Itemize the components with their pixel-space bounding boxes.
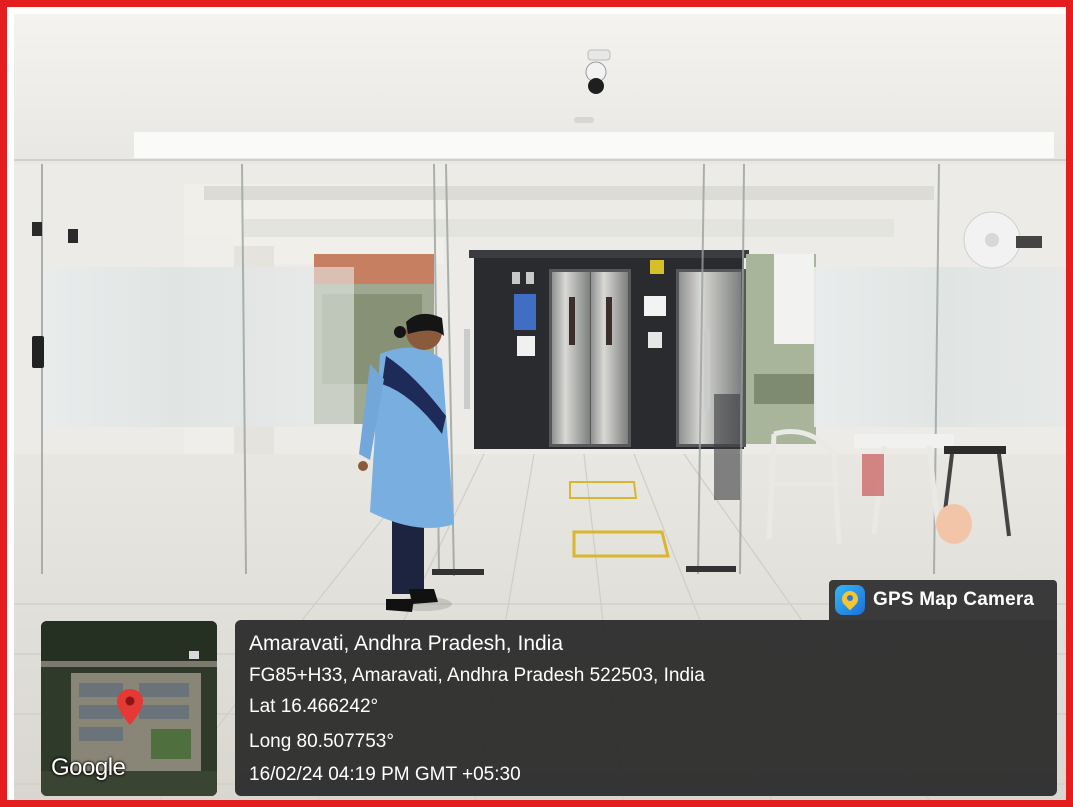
google-attribution: Google	[51, 754, 126, 781]
photo-frame: Google GPS Map Camera Amaravati, Andhra …	[0, 0, 1073, 807]
location-map: Google	[41, 621, 217, 796]
timestamp: 16/02/24 04:19 PM GMT +05:30	[249, 764, 521, 785]
location-info-panel: Amaravati, Andhra Pradesh, India FG85+H3…	[235, 620, 1057, 796]
gps-map-camera-label: GPS Map Camera	[873, 589, 1035, 610]
longitude-readout: Long 80.507753°	[249, 731, 394, 752]
address-line: FG85+H33, Amaravati, Andhra Pradesh 5225…	[249, 665, 705, 686]
place-name: Amaravati, Andhra Pradesh, India	[249, 632, 564, 655]
gps-map-camera-badge: GPS Map Camera	[829, 580, 1057, 620]
gps-map-camera-icon	[835, 585, 865, 615]
latitude-readout: Lat 16.466242°	[249, 696, 379, 717]
